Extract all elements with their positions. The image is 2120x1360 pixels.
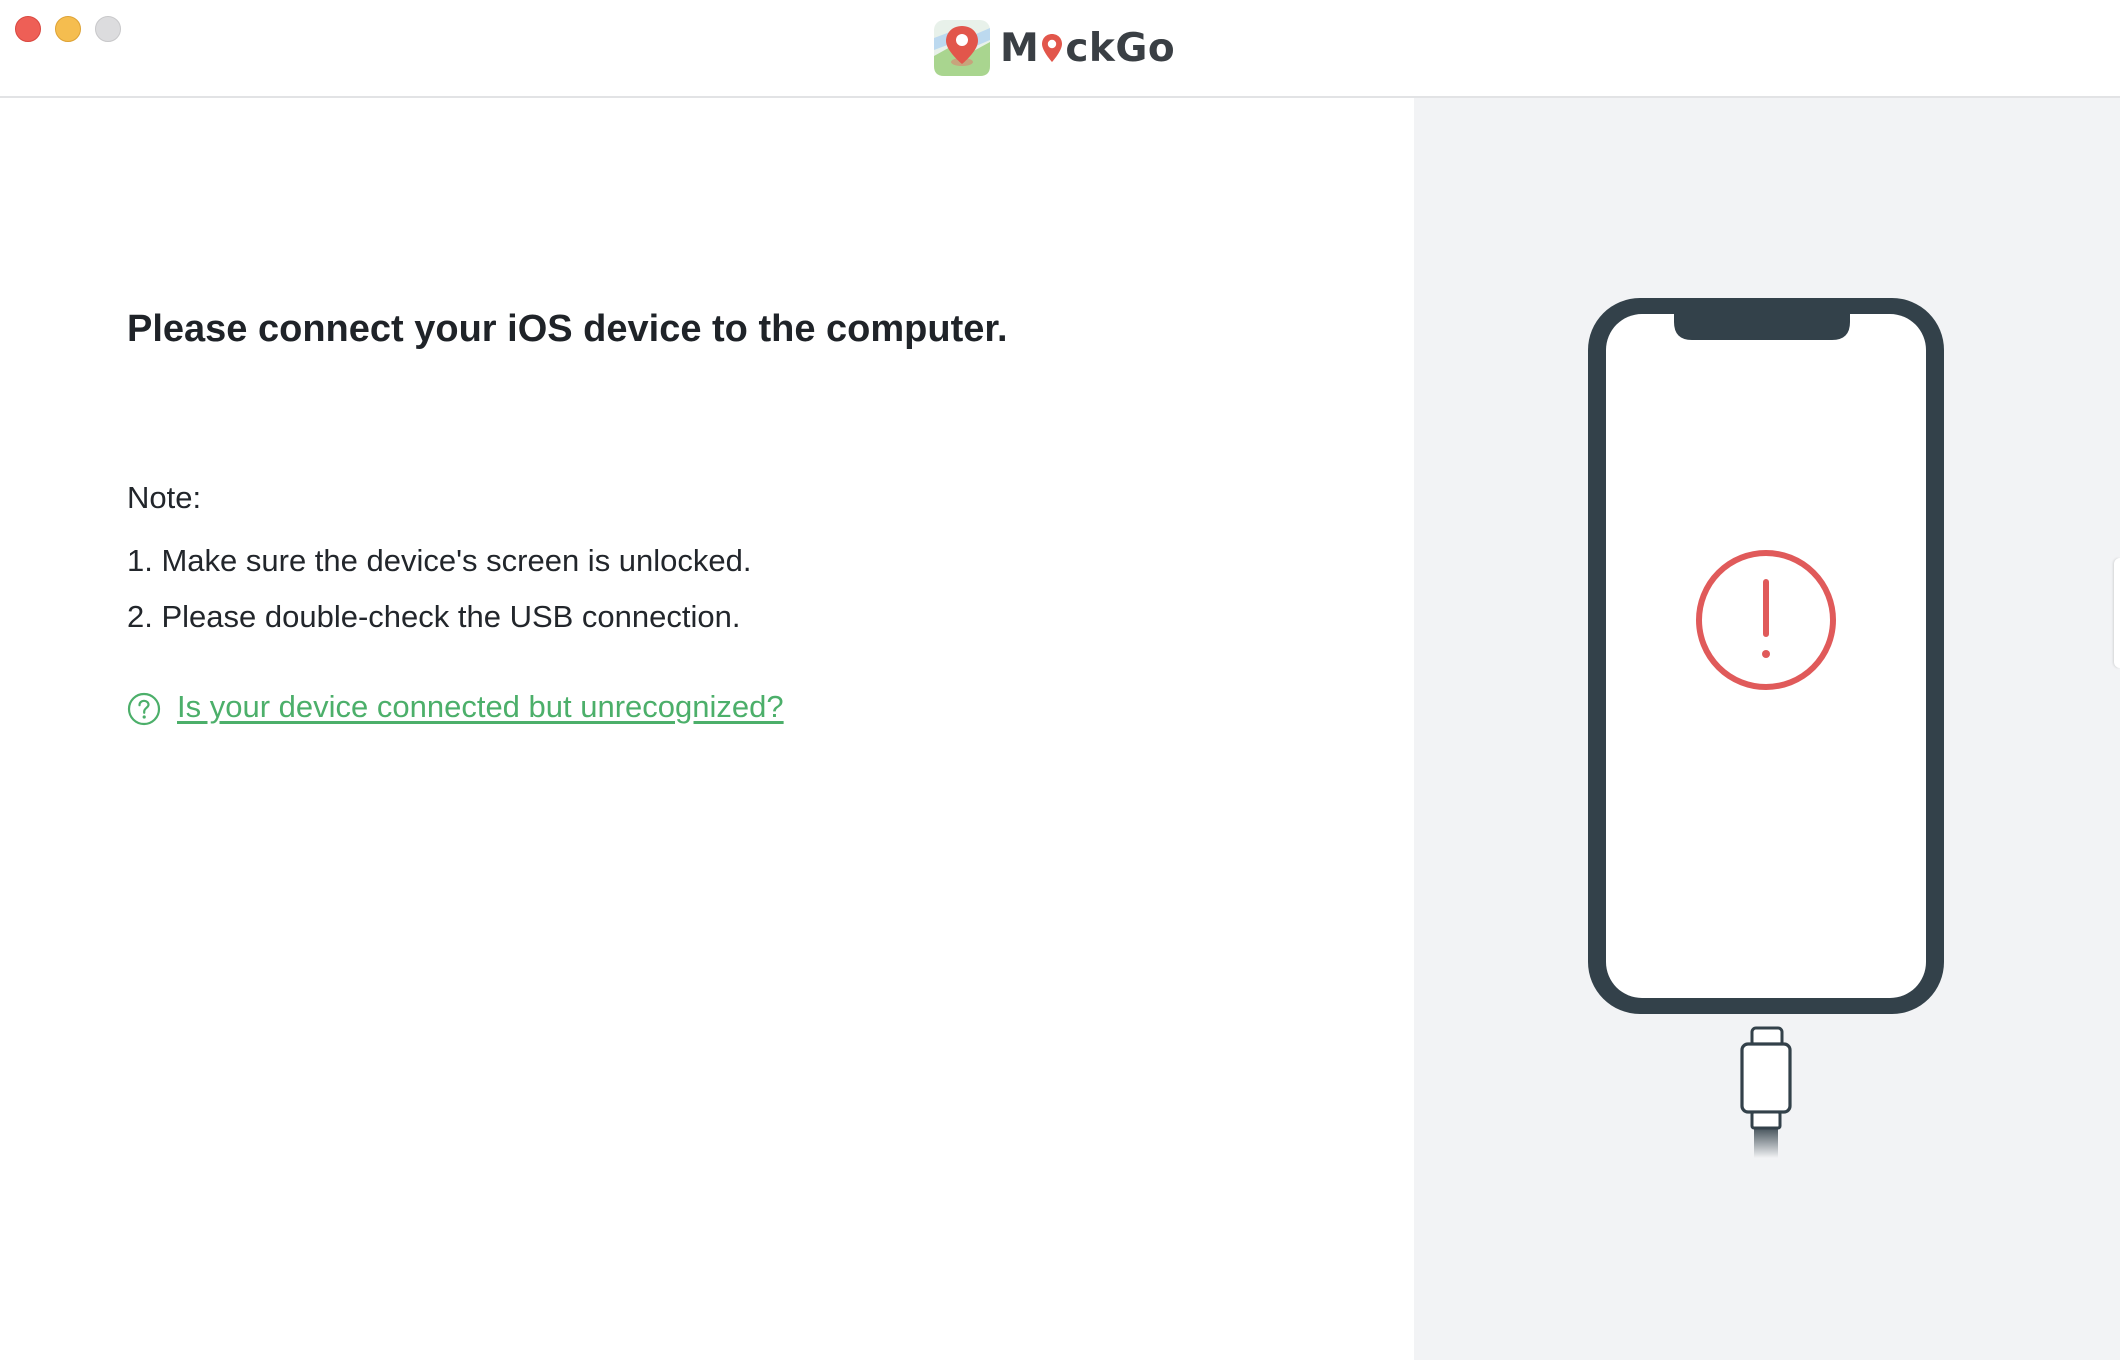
app-window: MckGo Please connect your iOS device to … [0,0,2120,1360]
maximize-window-button[interactable] [95,16,121,42]
close-window-button[interactable] [15,16,41,42]
app-name: MckGo [1000,25,1176,71]
mockgo-logo-icon [934,20,990,76]
usb-cable-icon [1740,1026,1792,1158]
note-label: Note: [127,480,202,515]
o-pin-icon [1039,30,1065,64]
app-brand: MckGo [932,18,1175,78]
note-item-unlock: 1. Make sure the device's screen is unlo… [127,543,752,578]
unrecognized-device-link[interactable]: Is your device connected but unrecognize… [127,688,784,726]
iphone-disconnected-illustration [1588,298,1944,1158]
question-circle-icon [127,692,161,726]
minimize-window-button[interactable] [55,16,81,42]
page-title: Please connect your iOS device to the co… [127,308,1008,350]
note-item-usb: 2. Please double-check the USB connectio… [127,599,741,634]
help-link-text[interactable]: Is your device connected but unrecognize… [177,689,784,725]
title-bar: MckGo [0,0,2120,98]
instructions-panel [0,98,1414,1360]
side-panel-handle[interactable] [2114,558,2120,668]
